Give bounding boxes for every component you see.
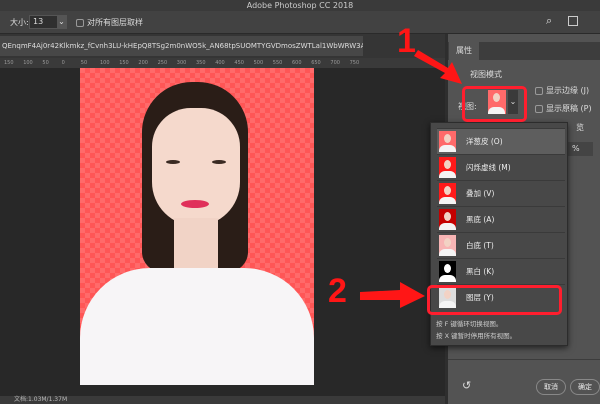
arrow-icon-1 [414, 50, 462, 84]
annotation-arrows [360, 50, 462, 308]
arrow-icon-2 [360, 282, 425, 308]
